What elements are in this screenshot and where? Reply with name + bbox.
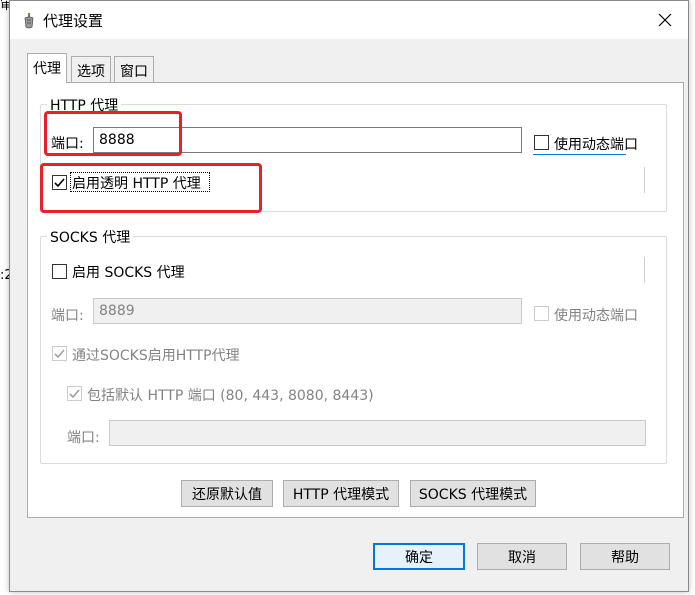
- window-title: 代理设置: [43, 12, 104, 30]
- tab-label: 代理: [33, 61, 61, 77]
- include-default-ports-label: 包括默认 HTTP 端口 (80, 443, 8080, 8443): [87, 388, 374, 404]
- title-bar: 代理设置: [10, 1, 688, 39]
- pepper-app-icon: [24, 13, 34, 29]
- checkmark-icon: [69, 389, 80, 399]
- checkmark-icon: [54, 178, 65, 188]
- button-label: 确定: [405, 549, 433, 566]
- socks-port-label: 端口:: [51, 308, 84, 324]
- socks-proxy-group: SOCKS 代理 启用 SOCKS 代理 端口: 使用动态端口 通过SOCKS启…: [40, 227, 667, 464]
- transparent-http-checkbox[interactable]: [52, 175, 67, 190]
- socks-port-input[interactable]: [93, 298, 522, 324]
- separator: [644, 257, 645, 283]
- restore-defaults-button[interactable]: 还原默认值: [181, 480, 273, 507]
- close-icon: [658, 13, 672, 27]
- transparent-http-label: 启用透明 HTTP 代理: [72, 176, 201, 192]
- socks-extra-port-input[interactable]: [109, 420, 646, 446]
- http-via-socks-label: 通过SOCKS启用HTTP代理: [72, 348, 240, 364]
- proxy-settings-dialog: 代理设置 代理 选项 窗口 HTTP 代理 端口: 使用动态端口: [9, 0, 689, 592]
- http-proxy-group-title: HTTP 代理: [47, 95, 122, 115]
- socks-extra-port-label: 端口:: [67, 430, 100, 446]
- http-via-socks-checkbox[interactable]: [52, 346, 67, 361]
- button-label: 帮助: [611, 549, 639, 566]
- proxy-tab-panel: HTTP 代理 端口: 使用动态端口 启用透明 HTTP 代理 SOCKS 代理…: [27, 82, 684, 518]
- button-label: SOCKS 代理模式: [418, 486, 528, 503]
- button-label: 取消: [508, 549, 536, 566]
- close-button[interactable]: [642, 1, 688, 39]
- socks-dynamic-port-label: 使用动态端口: [554, 308, 638, 324]
- enable-socks-label: 启用 SOCKS 代理: [72, 265, 185, 281]
- tab-proxy[interactable]: 代理: [27, 53, 67, 83]
- tab-options[interactable]: 选项: [71, 56, 111, 82]
- socks-proxy-group-title: SOCKS 代理: [47, 227, 134, 247]
- separator: [644, 167, 645, 193]
- button-label: HTTP 代理模式: [292, 486, 390, 503]
- http-proxy-mode-button[interactable]: HTTP 代理模式: [283, 480, 399, 507]
- help-button[interactable]: 帮助: [580, 543, 670, 570]
- include-default-ports-checkbox[interactable]: [67, 386, 82, 401]
- enable-socks-checkbox[interactable]: [52, 264, 67, 279]
- tab-window[interactable]: 窗口: [114, 56, 154, 82]
- focus-underline: [533, 154, 626, 155]
- http-port-input[interactable]: [93, 127, 522, 153]
- http-dynamic-port-checkbox[interactable]: [534, 135, 549, 150]
- http-port-label: 端口:: [51, 136, 84, 152]
- checkmark-icon: [54, 349, 65, 359]
- cancel-button[interactable]: 取消: [477, 543, 567, 570]
- http-proxy-group: HTTP 代理 端口: 使用动态端口 启用透明 HTTP 代理: [40, 95, 667, 212]
- ok-button[interactable]: 确定: [373, 543, 465, 570]
- socks-proxy-mode-button[interactable]: SOCKS 代理模式: [410, 480, 536, 507]
- button-label: 还原默认值: [192, 486, 262, 503]
- socks-dynamic-port-checkbox[interactable]: [534, 306, 549, 321]
- tab-label: 窗口: [120, 64, 148, 80]
- tab-label: 选项: [77, 64, 105, 80]
- http-dynamic-port-label: 使用动态端口: [554, 137, 638, 153]
